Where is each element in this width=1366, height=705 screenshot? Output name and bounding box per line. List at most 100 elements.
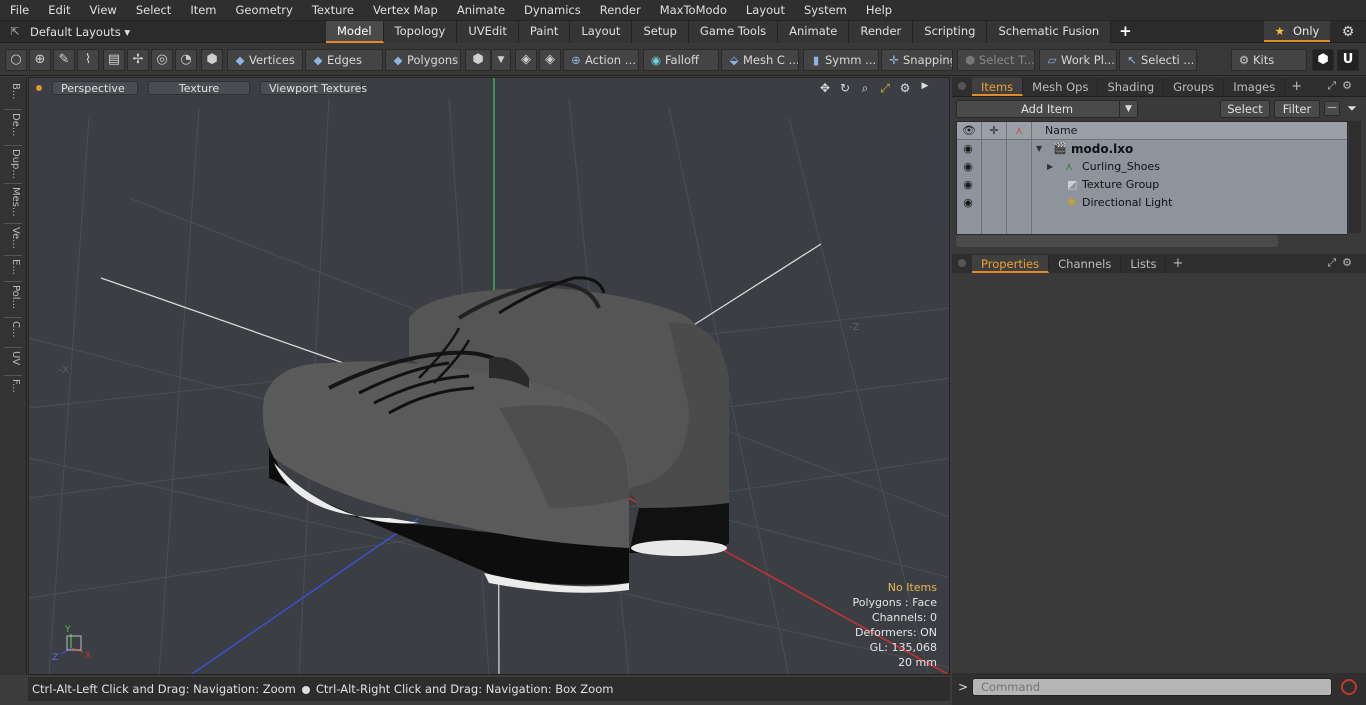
menu-help[interactable]: Help — [856, 0, 901, 21]
sym-shield-icon[interactable]: ◈ — [515, 49, 537, 71]
tab-uvedit[interactable]: UVEdit — [457, 20, 519, 43]
vertices-mode-button[interactable]: ◆ Vertices — [227, 49, 303, 71]
menu-dynamics[interactable]: Dynamics — [514, 0, 590, 21]
strip-tab-mesh-edit[interactable]: Mes... — [5, 187, 21, 221]
chevron-down-icon[interactable]: ▼ — [1119, 101, 1137, 117]
panel-expand-gear-icon[interactable]: ⤢⚙ — [1327, 256, 1358, 270]
circle-select-icon[interactable]: ○ — [5, 49, 27, 71]
select-through-button[interactable]: ⬢ Select T... — [957, 49, 1035, 71]
globe-icon[interactable]: ⊕ — [29, 49, 51, 71]
tab-properties[interactable]: Properties — [972, 255, 1050, 273]
3d-viewport[interactable]: -X -Z Y X Z Perspective Texture Viewport… — [28, 77, 950, 675]
add-item-button[interactable]: Add Item ▼ — [956, 100, 1138, 118]
rotate-icon[interactable]: ◔ — [175, 49, 197, 71]
tab-shading[interactable]: Shading — [1098, 78, 1165, 96]
expand-arrow-icon[interactable]: ▼ — [1036, 140, 1042, 158]
move-view-icon[interactable]: ✥ — [815, 81, 835, 96]
command-input[interactable] — [972, 678, 1332, 696]
work-plane-button[interactable]: ▱ Work Pl... — [1039, 49, 1117, 71]
menu-layout[interactable]: Layout — [736, 0, 794, 21]
item-list-vertical-scrollbar[interactable] — [1349, 121, 1361, 233]
tree-row-texture-group[interactable]: ◉ ◩ Texture Group — [957, 176, 1347, 194]
menu-maxtomodo[interactable]: MaxToModo — [650, 0, 736, 21]
filter-funnel-icon[interactable]: ⏷ — [1344, 101, 1360, 116]
tab-paint[interactable]: Paint — [518, 20, 571, 43]
tab-groups[interactable]: Groups — [1164, 78, 1225, 96]
eye-icon[interactable]: ◉ — [960, 158, 976, 176]
menu-file[interactable]: File — [0, 0, 38, 21]
lock-column-icon[interactable]: ✛ — [982, 122, 1006, 140]
panel-menu-dot-icon[interactable] — [958, 259, 966, 267]
item-list-horizontal-scrollbar[interactable] — [956, 235, 1278, 247]
strip-tab-deform[interactable]: De... — [5, 113, 21, 143]
visibility-column-eye-icon[interactable]: 👁 — [957, 122, 981, 140]
add-panel-tab-icon[interactable]: + — [1166, 255, 1189, 273]
tab-channels[interactable]: Channels — [1049, 255, 1122, 273]
menu-render[interactable]: Render — [590, 0, 650, 21]
viewport-textures-button[interactable]: Viewport Textures — [260, 81, 367, 95]
eye-icon[interactable]: ◉ — [960, 140, 976, 158]
select-button[interactable]: Select — [1220, 100, 1270, 118]
menu-animate[interactable]: Animate — [447, 0, 514, 21]
collapse-icon[interactable]: — — [1324, 101, 1340, 116]
tab-render[interactable]: Render — [849, 20, 914, 43]
pen-icon[interactable]: ✎ — [53, 49, 75, 71]
maximize-view-icon[interactable]: ⤢ — [875, 81, 895, 96]
perspective-view-button[interactable]: Perspective — [52, 81, 138, 95]
viewport-expand-arrow-icon[interactable]: ▶ — [915, 81, 935, 96]
strip-tab-duplicate[interactable]: Dup... — [5, 149, 21, 181]
falloff-button[interactable]: ◉ Falloff — [643, 49, 719, 71]
unreal-logo-icon[interactable]: U — [1337, 49, 1359, 71]
menu-vertex-map[interactable]: Vertex Map — [363, 0, 447, 21]
shading-mode-button[interactable]: Texture — [148, 81, 250, 95]
tab-schematic-fusion[interactable]: Schematic Fusion — [987, 20, 1112, 43]
name-column-header[interactable]: Name — [1045, 122, 1077, 140]
filter-button[interactable]: Filter — [1274, 100, 1320, 118]
collapse-arrow-icon[interactable]: ▶ — [1047, 158, 1053, 176]
tab-lists[interactable]: Lists — [1121, 255, 1167, 273]
menu-view[interactable]: View — [80, 0, 126, 21]
strip-tab-uv[interactable]: UV — [5, 351, 21, 373]
symmetry-button[interactable]: ▮ Symm ... — [803, 49, 879, 71]
menu-system[interactable]: System — [794, 0, 856, 21]
layers-icon[interactable]: ▤ — [103, 49, 125, 71]
type-column-icon[interactable]: ⋏ — [1007, 122, 1031, 140]
edges-mode-button[interactable]: ◆ Edges — [305, 49, 383, 71]
panel-expand-gear-icon[interactable]: ⤢⚙ — [1327, 79, 1358, 93]
tab-mesh-ops[interactable]: Mesh Ops — [1023, 78, 1099, 96]
menu-geometry[interactable]: Geometry — [226, 0, 302, 21]
strip-tab-curve[interactable]: C... — [5, 321, 21, 345]
tree-row-scene[interactable]: ◉ ▼ 🎬 modo.lxo — [957, 140, 1347, 158]
command-history-icon[interactable] — [1341, 679, 1357, 695]
tab-images[interactable]: Images — [1224, 78, 1286, 96]
tab-layout[interactable]: Layout — [570, 20, 633, 43]
menu-select[interactable]: Select — [126, 0, 180, 21]
square-target-icon[interactable]: ◎ — [151, 49, 173, 71]
snapping-button[interactable]: ✛ Snapping — [881, 49, 953, 71]
pin-icon[interactable]: ⇱ — [0, 25, 30, 38]
kits-button[interactable]: ⚙ Kits — [1231, 49, 1307, 71]
chevron-down-icon[interactable]: ▼ — [491, 49, 511, 71]
eye-icon[interactable]: ◉ — [960, 176, 976, 194]
strip-tab-basic[interactable]: B... — [5, 83, 21, 107]
tab-model[interactable]: Model — [326, 20, 384, 43]
strip-tab-fusion[interactable]: F... — [5, 379, 21, 403]
action-center-button[interactable]: ⊕ Action … — [563, 49, 639, 71]
menu-item[interactable]: Item — [180, 0, 225, 21]
selection-sets-button[interactable]: ↖ Selecti ... — [1119, 49, 1197, 71]
tab-scripting[interactable]: Scripting — [913, 20, 988, 43]
only-toggle-button[interactable]: ★ Only — [1264, 21, 1330, 42]
add-tab-icon[interactable]: + — [1111, 21, 1140, 43]
item-mode-icon[interactable]: ⬢ — [201, 49, 223, 71]
menu-edit[interactable]: Edit — [38, 0, 79, 21]
tab-game-tools[interactable]: Game Tools — [688, 20, 779, 43]
strip-tab-vertex[interactable]: Ve... — [5, 227, 21, 253]
material-mode-icon[interactable]: ⬢ — [465, 49, 491, 71]
strip-tab-edge[interactable]: E... — [5, 259, 21, 279]
modo-logo-icon[interactable]: ⬢ — [1312, 49, 1334, 71]
transform-icon[interactable]: ✢ — [127, 49, 149, 71]
panel-menu-dot-icon[interactable] — [958, 82, 966, 90]
polygons-mode-button[interactable]: ◆ Polygons — [385, 49, 461, 71]
viewport-options-dot-icon[interactable] — [36, 85, 42, 91]
add-panel-tab-icon[interactable]: + — [1285, 78, 1308, 96]
